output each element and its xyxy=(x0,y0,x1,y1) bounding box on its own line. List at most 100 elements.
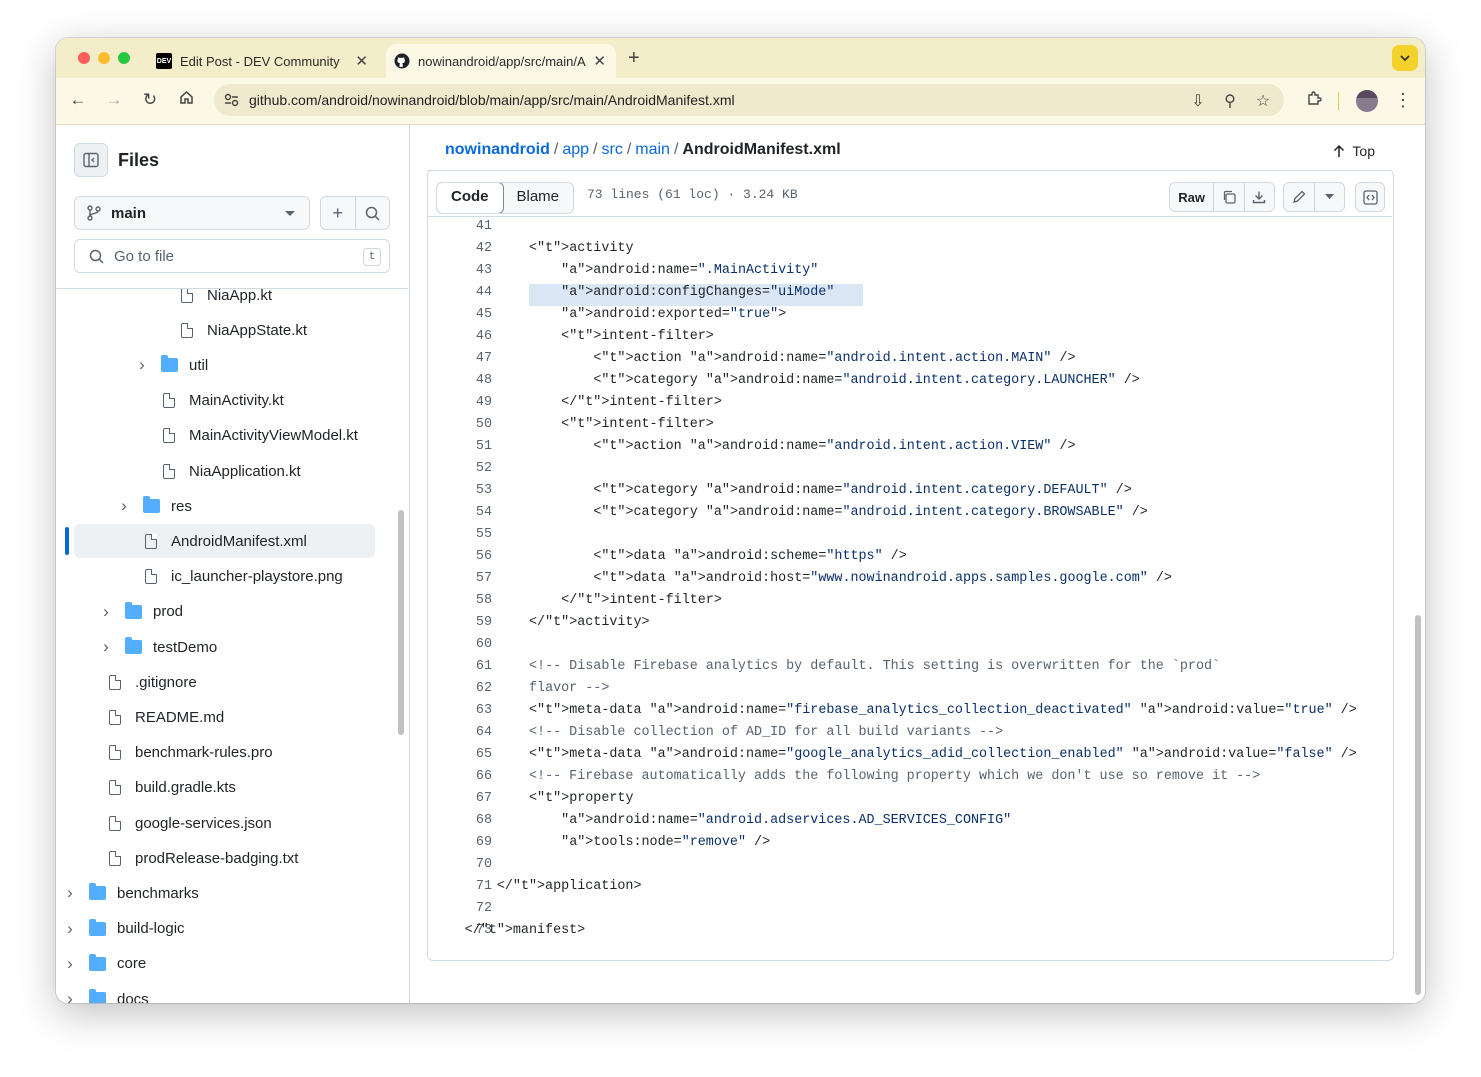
line-number[interactable]: 52 xyxy=(428,461,492,476)
tree-file-row[interactable]: NiaApplication.kt xyxy=(56,454,396,488)
breadcrumb-main[interactable]: main xyxy=(635,141,670,158)
tree-folder-row[interactable]: › testDemo xyxy=(56,630,396,664)
symbols-button[interactable] xyxy=(1355,182,1385,212)
line-number[interactable]: 53 xyxy=(428,483,492,498)
tree-file-row[interactable]: NiaAppState.kt xyxy=(56,313,396,347)
chevron-right-icon[interactable]: › xyxy=(65,989,75,1003)
close-tab-icon[interactable]: ✕ xyxy=(355,52,368,70)
chevron-right-icon[interactable]: › xyxy=(119,496,129,516)
reload-icon[interactable]: ↻ xyxy=(139,90,161,110)
zoom-icon[interactable]: ⚲ xyxy=(1220,91,1240,111)
page-scrollbar[interactable] xyxy=(1415,615,1421,995)
line-number[interactable]: 42 xyxy=(428,241,492,256)
tree-file-row[interactable]: google-services.json xyxy=(56,806,396,840)
top-button[interactable]: Top xyxy=(1333,143,1375,159)
go-to-file-input[interactable]: Go to file t xyxy=(74,239,390,273)
tree-folder-row[interactable]: › core xyxy=(56,947,396,981)
address-bar[interactable]: github.com/android/nowinandroid/blob/mai… xyxy=(214,84,1284,116)
close-tab-icon[interactable]: ✕ xyxy=(593,52,606,70)
line-number[interactable]: 54 xyxy=(428,505,492,520)
tab-github[interactable]: nowinandroid/app/src/main/A ✕ xyxy=(386,44,616,78)
tab-code[interactable]: Code xyxy=(437,183,504,213)
sidebar-scrollbar[interactable] xyxy=(398,510,404,735)
tree-file-row[interactable]: benchmark-rules.pro xyxy=(56,736,396,770)
tab-blame[interactable]: Blame xyxy=(503,183,574,213)
url-text[interactable]: github.com/android/nowinandroid/blob/mai… xyxy=(249,92,735,108)
line-number[interactable]: 44 xyxy=(428,285,492,300)
back-icon[interactable]: ← xyxy=(67,90,89,110)
line-number[interactable]: 43 xyxy=(428,263,492,278)
line-number[interactable]: 50 xyxy=(428,417,492,432)
tree-file-row[interactable]: ic_launcher-playstore.png xyxy=(56,560,396,594)
line-number[interactable]: 46 xyxy=(428,329,492,344)
search-button[interactable] xyxy=(356,197,390,229)
line-number[interactable]: 59 xyxy=(428,615,492,630)
extensions-icon[interactable] xyxy=(1304,90,1324,112)
tab-dev-community[interactable]: DEV Edit Post - DEV Community ✕ xyxy=(148,44,378,78)
line-number[interactable]: 51 xyxy=(428,439,492,454)
chevron-right-icon[interactable]: › xyxy=(65,919,75,939)
tree-folder-row[interactable]: › docs xyxy=(56,982,396,1003)
tree-file-row[interactable]: README.md xyxy=(56,700,396,734)
breadcrumb-src[interactable]: src xyxy=(601,141,622,158)
line-number[interactable]: 68 xyxy=(428,813,492,828)
close-window-button[interactable] xyxy=(78,52,90,64)
line-number[interactable]: 67 xyxy=(428,791,492,806)
tree-file-row[interactable]: .gitignore xyxy=(56,665,396,699)
tree-file-row[interactable]: AndroidManifest.xml xyxy=(56,524,396,558)
chevron-right-icon[interactable]: › xyxy=(65,883,75,903)
chevron-right-icon[interactable]: › xyxy=(101,637,111,657)
profile-avatar[interactable] xyxy=(1356,90,1378,112)
line-number[interactable]: 48 xyxy=(428,373,492,388)
line-number[interactable]: 60 xyxy=(428,637,492,652)
line-number[interactable]: 62 xyxy=(428,681,492,696)
tree-file-row[interactable]: prodRelease-badging.txt xyxy=(56,841,396,875)
line-number[interactable]: 49 xyxy=(428,395,492,410)
tree-file-row[interactable]: build.gradle.kts xyxy=(56,771,396,805)
chevron-right-icon[interactable]: › xyxy=(101,602,111,622)
line-number[interactable]: 70 xyxy=(428,857,492,872)
tree-file-row[interactable]: MainActivityViewModel.kt xyxy=(56,419,396,453)
minimize-window-button[interactable] xyxy=(98,52,110,64)
line-number[interactable]: 47 xyxy=(428,351,492,366)
tree-folder-row[interactable]: › res xyxy=(56,489,396,523)
edit-file-button[interactable] xyxy=(1284,183,1316,211)
tab-search-button[interactable] xyxy=(1392,45,1418,71)
collapse-sidebar-button[interactable] xyxy=(74,143,108,177)
bookmark-star-icon[interactable]: ☆ xyxy=(1253,91,1273,111)
raw-button[interactable]: Raw xyxy=(1170,183,1215,211)
line-number[interactable]: 56 xyxy=(428,549,492,564)
line-number[interactable]: 65 xyxy=(428,747,492,762)
line-number[interactable]: 66 xyxy=(428,769,492,784)
download-button[interactable] xyxy=(1245,183,1274,211)
line-number[interactable]: 72 xyxy=(428,901,492,916)
line-number[interactable]: 41 xyxy=(428,219,492,234)
edit-options-button[interactable] xyxy=(1315,183,1344,211)
maximize-window-button[interactable] xyxy=(118,52,130,64)
copy-raw-button[interactable] xyxy=(1214,183,1245,211)
tree-folder-row[interactable]: › build-logic xyxy=(56,912,396,946)
branch-selector[interactable]: main xyxy=(74,196,310,230)
tree-folder-row[interactable]: › util xyxy=(56,348,396,382)
forward-icon[interactable]: → xyxy=(103,90,125,110)
line-number[interactable]: 69 xyxy=(428,835,492,850)
breadcrumb-app[interactable]: app xyxy=(562,141,589,158)
tree-folder-row[interactable]: › benchmarks xyxy=(56,876,396,910)
line-number[interactable]: 61 xyxy=(428,659,492,674)
site-settings-icon[interactable] xyxy=(224,93,239,107)
line-number[interactable]: 57 xyxy=(428,571,492,586)
tree-file-row[interactable]: NiaApp.kt xyxy=(56,289,396,312)
line-number[interactable]: 45 xyxy=(428,307,492,322)
chevron-right-icon[interactable]: › xyxy=(137,355,147,375)
tree-file-row[interactable]: MainActivity.kt xyxy=(56,384,396,418)
breadcrumb-repo[interactable]: nowinandroid xyxy=(445,141,550,158)
install-app-icon[interactable]: ⇩ xyxy=(1188,91,1208,111)
menu-kebab-icon[interactable]: ⋮ xyxy=(1393,90,1413,111)
new-tab-button[interactable]: + xyxy=(628,47,640,70)
home-icon[interactable] xyxy=(175,90,197,110)
line-number[interactable]: 64 xyxy=(428,725,492,740)
line-number[interactable]: 58 xyxy=(428,593,492,608)
line-number[interactable]: 71 xyxy=(428,879,492,894)
chevron-right-icon[interactable]: › xyxy=(65,954,75,974)
tree-folder-row[interactable]: › prod xyxy=(56,595,396,629)
